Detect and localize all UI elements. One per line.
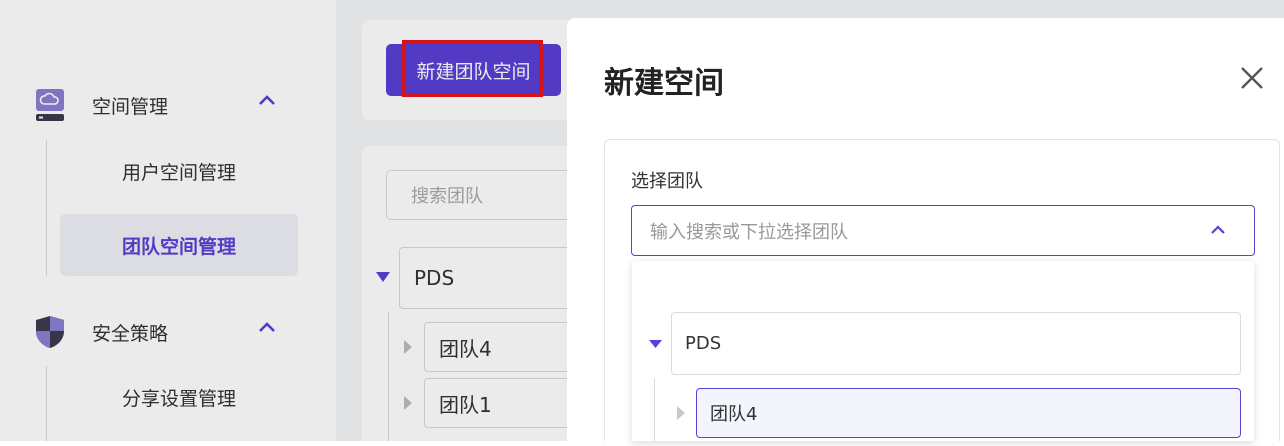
caret-right-icon[interactable] — [676, 405, 686, 421]
drawer-title: 新建空间 — [604, 66, 724, 101]
chevron-up-icon[interactable] — [1207, 219, 1229, 241]
caret-down-icon[interactable] — [648, 339, 663, 349]
tree-guide-line — [654, 378, 655, 441]
select-team-label: 选择团队 — [631, 171, 703, 192]
dropdown-tree-root-pds[interactable]: PDS — [671, 312, 1241, 375]
dropdown-option-team4[interactable]: 团队4 — [696, 388, 1241, 438]
team-select-input[interactable]: 输入搜索或下拉选择团队 — [631, 205, 1255, 256]
close-icon[interactable] — [1236, 62, 1268, 94]
